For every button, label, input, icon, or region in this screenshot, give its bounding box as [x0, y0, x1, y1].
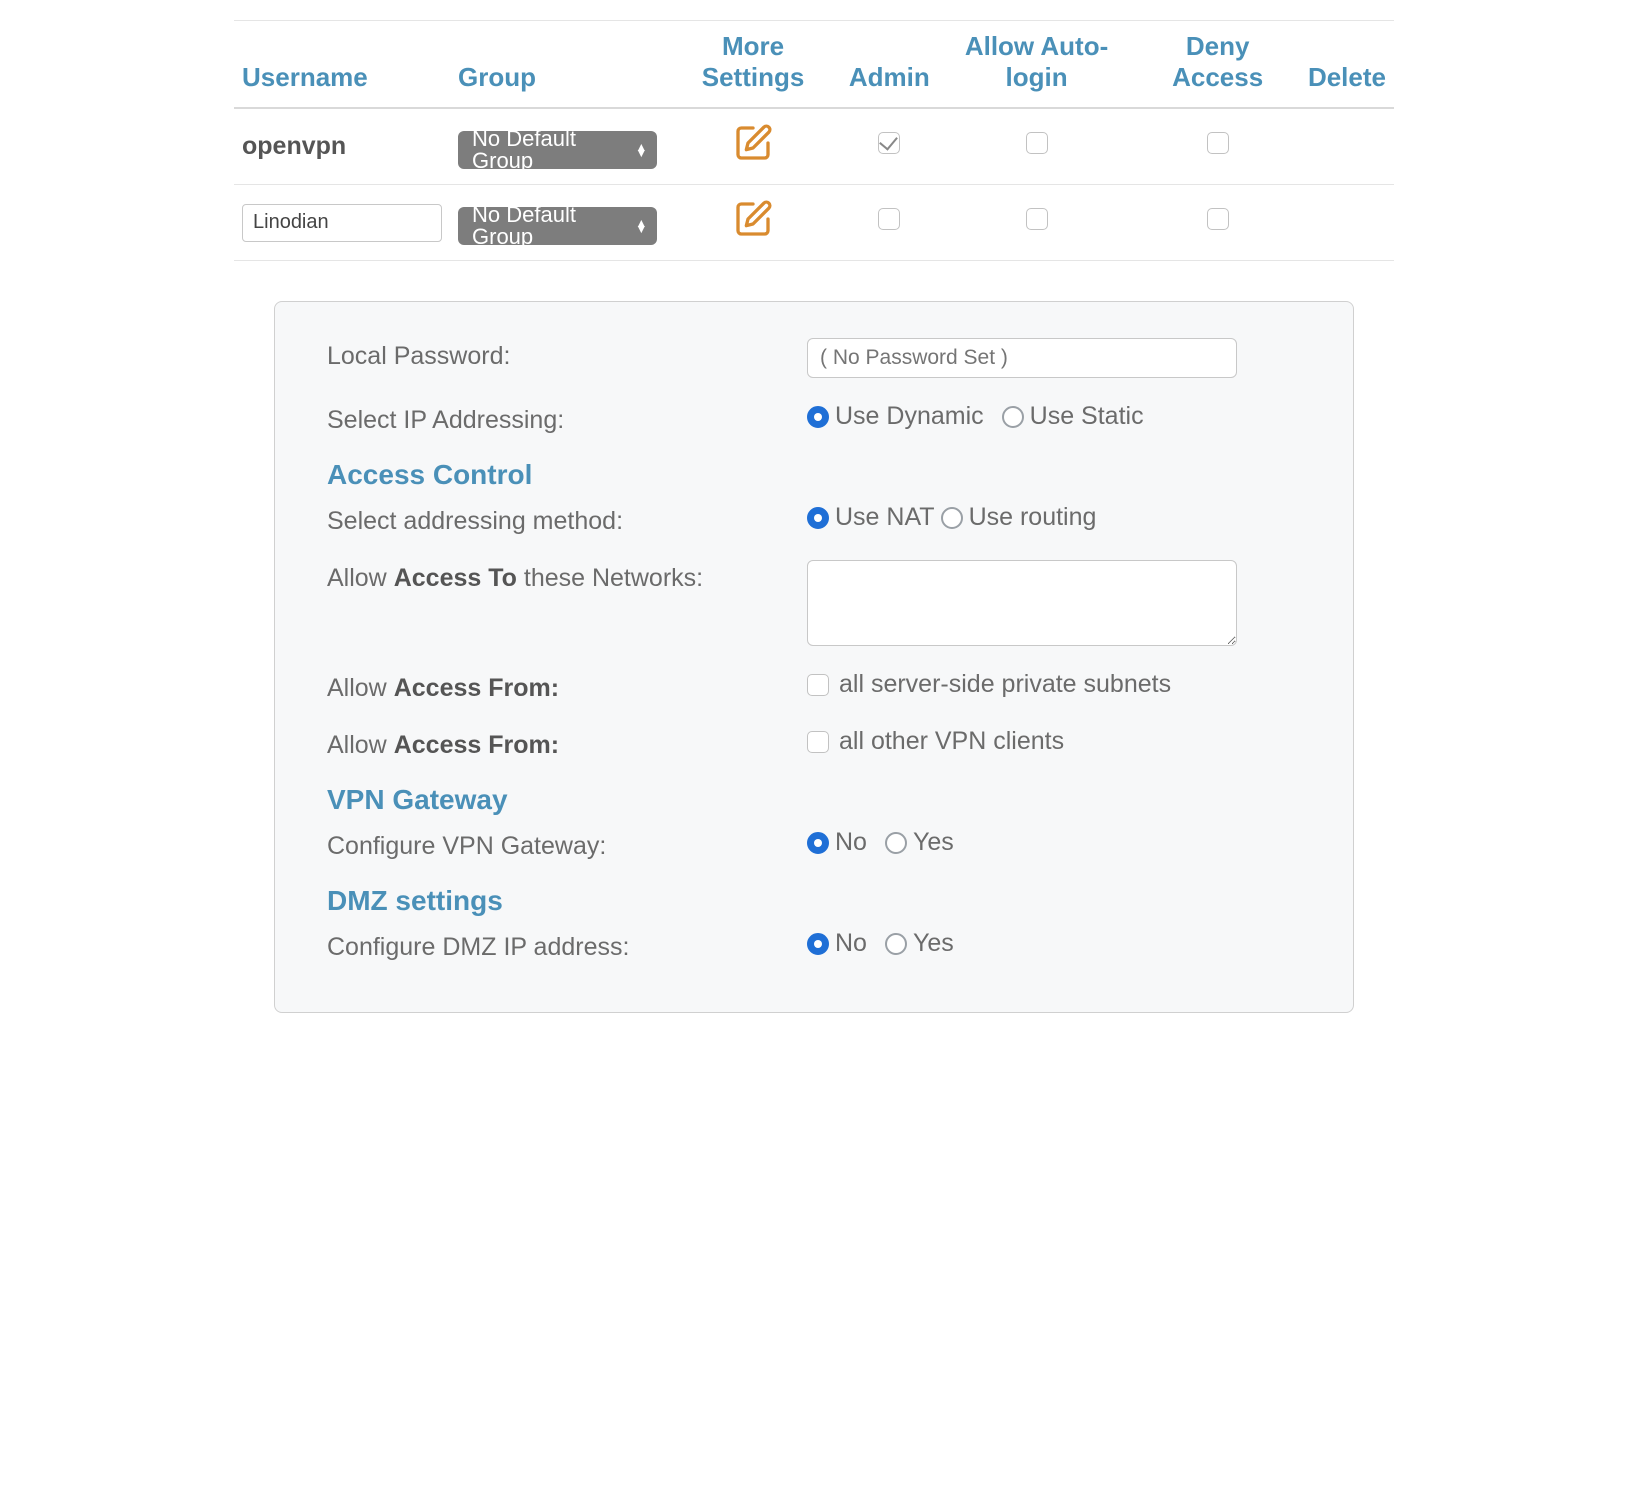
- table-row: openvpn No Default Group ▲▼: [234, 108, 1394, 185]
- local-password-label: Local Password:: [327, 338, 807, 371]
- col-group: Group: [450, 21, 665, 109]
- deny-access-checkbox[interactable]: [1207, 132, 1229, 154]
- dmz-heading: DMZ settings: [327, 885, 1301, 917]
- ip-addressing-label: Select IP Addressing:: [327, 402, 807, 435]
- allow-vpn-clients-option: all other VPN clients: [839, 727, 1064, 756]
- group-select[interactable]: No Default Group ▲▼: [458, 207, 657, 245]
- autologin-checkbox[interactable]: [1026, 132, 1048, 154]
- vpn-gateway-label: Configure VPN Gateway:: [327, 828, 807, 861]
- admin-checkbox[interactable]: [878, 132, 900, 154]
- col-more-settings: More Settings: [665, 21, 841, 109]
- edit-icon[interactable]: [733, 142, 773, 169]
- page-content: Username Group More Settings Admin Allow…: [234, 20, 1394, 1013]
- routing-label: Use routing: [969, 503, 1097, 532]
- select-caret-icon: ▲▼: [635, 220, 647, 232]
- col-delete: Delete: [1300, 21, 1394, 109]
- ip-static-label: Use Static: [1030, 402, 1144, 431]
- select-caret-icon: ▲▼: [635, 144, 647, 156]
- vpn-gateway-no-radio[interactable]: [807, 832, 829, 854]
- allow-access-networks-textarea[interactable]: [807, 560, 1237, 646]
- local-password-input[interactable]: [807, 338, 1237, 378]
- ip-dynamic-label: Use Dynamic: [835, 402, 984, 431]
- dmz-yes-radio[interactable]: [885, 933, 907, 955]
- table-row: No Default Group ▲▼: [234, 185, 1394, 261]
- dmz-yes-label: Yes: [913, 929, 954, 958]
- access-control-heading: Access Control: [327, 459, 1301, 491]
- col-allow-autologin: Allow Auto-login: [938, 21, 1136, 109]
- nat-label: Use NAT: [835, 503, 935, 532]
- deny-access-checkbox[interactable]: [1207, 208, 1229, 230]
- autologin-checkbox[interactable]: [1026, 208, 1048, 230]
- group-select-value: No Default Group: [472, 204, 625, 248]
- routing-radio[interactable]: [941, 507, 963, 529]
- allow-access-from-subnets-label: Allow Access From:: [327, 670, 807, 703]
- group-select-value: No Default Group: [472, 128, 625, 172]
- col-deny-access: Deny Access: [1135, 21, 1300, 109]
- admin-checkbox[interactable]: [878, 208, 900, 230]
- group-select[interactable]: No Default Group ▲▼: [458, 131, 657, 169]
- edit-icon[interactable]: [733, 218, 773, 245]
- allow-access-to-label: Allow Access To these Networks:: [327, 560, 807, 593]
- vpn-gateway-no-label: No: [835, 828, 867, 857]
- col-username: Username: [234, 21, 450, 109]
- dmz-no-radio[interactable]: [807, 933, 829, 955]
- ip-static-radio[interactable]: [1002, 406, 1024, 428]
- allow-access-from-clients-label: Allow Access From:: [327, 727, 807, 760]
- vpn-gateway-yes-radio[interactable]: [885, 832, 907, 854]
- dmz-no-label: No: [835, 929, 867, 958]
- addressing-method-label: Select addressing method:: [327, 503, 807, 536]
- ip-dynamic-radio[interactable]: [807, 406, 829, 428]
- col-admin: Admin: [841, 21, 938, 109]
- allow-private-subnets-checkbox[interactable]: [807, 674, 829, 696]
- vpn-gateway-heading: VPN Gateway: [327, 784, 1301, 816]
- vpn-gateway-yes-label: Yes: [913, 828, 954, 857]
- username-input[interactable]: [242, 204, 442, 242]
- user-table: Username Group More Settings Admin Allow…: [234, 20, 1394, 261]
- username-static: openvpn: [242, 132, 346, 160]
- dmz-label: Configure DMZ IP address:: [327, 929, 807, 962]
- nat-radio[interactable]: [807, 507, 829, 529]
- user-settings-panel: Local Password: Select IP Addressing: Us…: [274, 301, 1354, 1013]
- allow-vpn-clients-checkbox[interactable]: [807, 731, 829, 753]
- allow-private-subnets-option: all server-side private subnets: [839, 670, 1171, 699]
